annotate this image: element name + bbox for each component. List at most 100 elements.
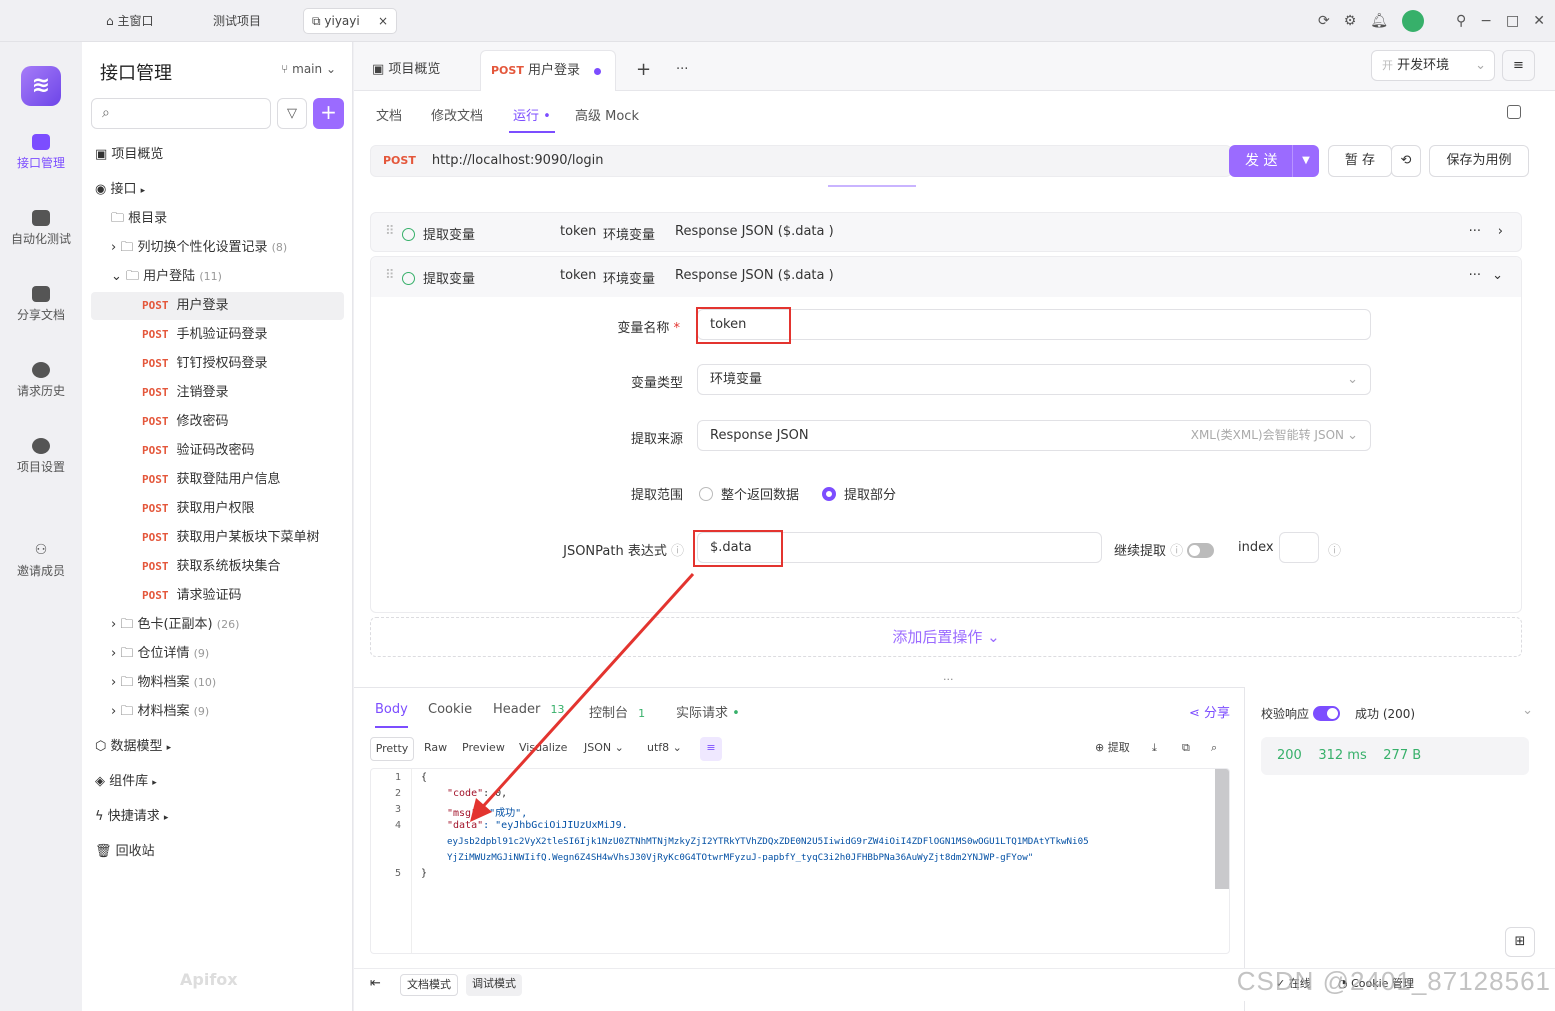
- validate-result-select[interactable]: 成功 (200): [1355, 705, 1415, 722]
- save-temp-button[interactable]: 暂 存: [1328, 145, 1392, 177]
- refresh-icon[interactable]: ⟳: [1318, 13, 1330, 29]
- add-button[interactable]: +: [313, 98, 344, 129]
- bell-icon[interactable]: 🔔︎: [1370, 13, 1388, 29]
- reset-icon[interactable]: ⟲: [1391, 145, 1421, 177]
- tree-endpoint[interactable]: POST 验证码改密码: [91, 437, 344, 465]
- subtab-edit-doc[interactable]: 修改文档: [431, 105, 483, 124]
- variable-name-input[interactable]: token: [697, 309, 1371, 340]
- chevron-down-icon[interactable]: ⌄: [1522, 703, 1533, 718]
- format-select[interactable]: JSON ⌄: [584, 737, 624, 761]
- continue-extract-toggle[interactable]: [1187, 543, 1215, 558]
- extract-header[interactable]: ⠿ 提取变量 token 环境变量 Response JSON ($.data …: [371, 257, 1521, 297]
- chevron-right-icon[interactable]: ›: [1498, 224, 1503, 239]
- rail-history[interactable]: 请求历史: [0, 362, 82, 399]
- tree-folder[interactable]: › 🗀︎ 物料档案 (10): [91, 669, 344, 697]
- tab-yiyayi[interactable]: ⧉ yiyayi ×: [303, 8, 397, 34]
- variable-type-select[interactable]: 环境变量 ⌄: [697, 364, 1371, 395]
- layout-toggle-icon[interactable]: [1507, 105, 1521, 119]
- tree-endpoint[interactable]: POST 获取用户某板块下菜单树: [91, 524, 344, 552]
- subtab-mock[interactable]: 高级 Mock: [575, 105, 639, 124]
- doc-mode-button[interactable]: 文档模式: [400, 974, 458, 996]
- rail-automation[interactable]: 自动化测试: [0, 210, 82, 247]
- maximize-icon[interactable]: □: [1506, 13, 1519, 29]
- resp-tab-actual-request[interactable]: 实际请求 •: [676, 702, 740, 721]
- tree-endpoint[interactable]: POST 获取登陆用户信息: [91, 466, 344, 494]
- view-preview[interactable]: Preview: [462, 737, 505, 761]
- index-input[interactable]: [1279, 532, 1319, 563]
- chevron-down-icon[interactable]: ⌄: [1492, 268, 1503, 283]
- debug-mode-button[interactable]: 调试模式: [466, 974, 522, 996]
- download-icon[interactable]: ⤓: [1152, 737, 1157, 761]
- help-icon[interactable]: ⓘ: [671, 544, 684, 559]
- minimize-icon[interactable]: −: [1480, 13, 1492, 29]
- tab-test-project[interactable]: 测试项目: [205, 8, 269, 34]
- range-radio-partial[interactable]: 提取部分: [822, 484, 896, 503]
- tree-endpoint-selected[interactable]: POST 用户登录: [91, 292, 344, 320]
- drag-handle-icon[interactable]: ⠿: [385, 268, 395, 283]
- wrap-icon[interactable]: ≡: [700, 737, 722, 761]
- drag-divider[interactable]: ···: [943, 673, 954, 686]
- tree-folder[interactable]: › 🗀︎ 色卡(正副本) (26): [91, 611, 344, 639]
- tree-item-components[interactable]: ◈ 组件库 ▸: [91, 768, 344, 796]
- add-post-operation-button[interactable]: 添加后置操作 ⌄: [370, 617, 1522, 657]
- filter-button[interactable]: ▽: [277, 98, 307, 129]
- resp-tab-cookie[interactable]: Cookie: [428, 702, 472, 717]
- resp-tab-body[interactable]: Body: [375, 702, 408, 728]
- menu-icon[interactable]: ≡: [1502, 50, 1535, 81]
- extract-variable-row[interactable]: ⠿ 提取变量 token 环境变量 Response JSON ($.data …: [370, 212, 1522, 252]
- tree-item-data-models[interactable]: ⬡ 数据模型 ▸: [91, 733, 344, 761]
- tab-main-window[interactable]: ⌂ 主窗口: [98, 8, 161, 34]
- copy-icon[interactable]: ⧉: [1182, 737, 1190, 761]
- more-icon[interactable]: ···: [1469, 224, 1481, 239]
- rail-project-settings[interactable]: 项目设置: [0, 438, 82, 475]
- tree-endpoint[interactable]: POST 注销登录: [91, 379, 344, 407]
- environment-selector[interactable]: 开 开发环境 ⌄: [1371, 50, 1495, 81]
- collapse-icon[interactable]: ⇤: [364, 974, 387, 996]
- tree-item-root[interactable]: 🗀︎ 根目录: [91, 205, 344, 233]
- view-visualize[interactable]: Visualize: [519, 737, 567, 761]
- tab-post-user-login[interactable]: POST 用户登录: [480, 50, 616, 91]
- tree-endpoint[interactable]: POST 获取用户权限: [91, 495, 344, 523]
- tree-endpoint[interactable]: POST 获取系统板块集合: [91, 553, 344, 581]
- tree-endpoint[interactable]: POST 手机验证码登录: [91, 321, 344, 349]
- gear-icon[interactable]: ⚙: [1344, 13, 1357, 29]
- close-window-icon[interactable]: ✕: [1533, 13, 1545, 29]
- avatar[interactable]: [1402, 10, 1425, 32]
- new-tab-button[interactable]: +: [626, 50, 661, 91]
- view-pretty[interactable]: Pretty: [370, 737, 414, 761]
- validate-response-toggle[interactable]: [1312, 706, 1340, 721]
- tree-item-apis[interactable]: ◉ 接口 ▸: [91, 176, 344, 204]
- subtab-doc[interactable]: 文档: [376, 105, 402, 124]
- tree-folder[interactable]: › 🗀︎ 材料档案 (9): [91, 698, 344, 726]
- more-tabs-icon[interactable]: ···: [666, 50, 698, 91]
- rail-invite[interactable]: ⚇ 邀请成员: [0, 542, 82, 579]
- url-input[interactable]: POST http://localhost:9090/login: [370, 145, 1232, 177]
- rail-share-docs[interactable]: 分享文档: [0, 286, 82, 323]
- rail-api-management[interactable]: 接口管理: [0, 134, 82, 171]
- search-input[interactable]: ⌕: [91, 98, 271, 129]
- more-icon[interactable]: ···: [1469, 268, 1481, 283]
- pin-icon[interactable]: ⚲: [1456, 13, 1466, 29]
- close-tab-icon[interactable]: ×: [378, 9, 388, 33]
- panel-layout-icon[interactable]: ⊞: [1505, 927, 1535, 957]
- tree-endpoint[interactable]: POST 修改密码: [91, 408, 344, 436]
- search-icon[interactable]: ⌕: [1211, 737, 1217, 761]
- tree-folder[interactable]: › 🗀︎ 列切换个性化设置记录 (8): [91, 234, 344, 262]
- help-icon[interactable]: ⓘ: [1170, 544, 1183, 559]
- branch-selector[interactable]: ⑂ main ⌄: [281, 62, 336, 76]
- tree-folder-open[interactable]: ⌄ 🗀︎ 用户登陆 (11): [91, 263, 344, 291]
- tree-item-overview[interactable]: ▣ 项目概览: [91, 141, 344, 169]
- resp-tab-header[interactable]: Header 13: [493, 702, 564, 717]
- drag-handle-icon[interactable]: ⠿: [385, 224, 395, 239]
- tree-item-quick-requests[interactable]: ϟ 快捷请求 ▸: [91, 803, 344, 831]
- help-icon[interactable]: ⓘ: [1328, 540, 1341, 559]
- share-button[interactable]: ⋖ 分享: [1189, 702, 1230, 721]
- chevron-down-icon[interactable]: ▼: [1292, 145, 1319, 177]
- tab-project-overview[interactable]: ▣ 项目概览: [362, 50, 450, 91]
- range-radio-whole[interactable]: 整个返回数据: [699, 484, 799, 503]
- send-button[interactable]: 发 送 ▼: [1229, 145, 1319, 177]
- view-raw[interactable]: Raw: [424, 737, 447, 761]
- tree-item-trash[interactable]: 🗑︎ 回收站: [91, 838, 344, 866]
- code-scrollbar[interactable]: [1215, 769, 1229, 889]
- tree-endpoint[interactable]: POST 请求验证码: [91, 582, 344, 610]
